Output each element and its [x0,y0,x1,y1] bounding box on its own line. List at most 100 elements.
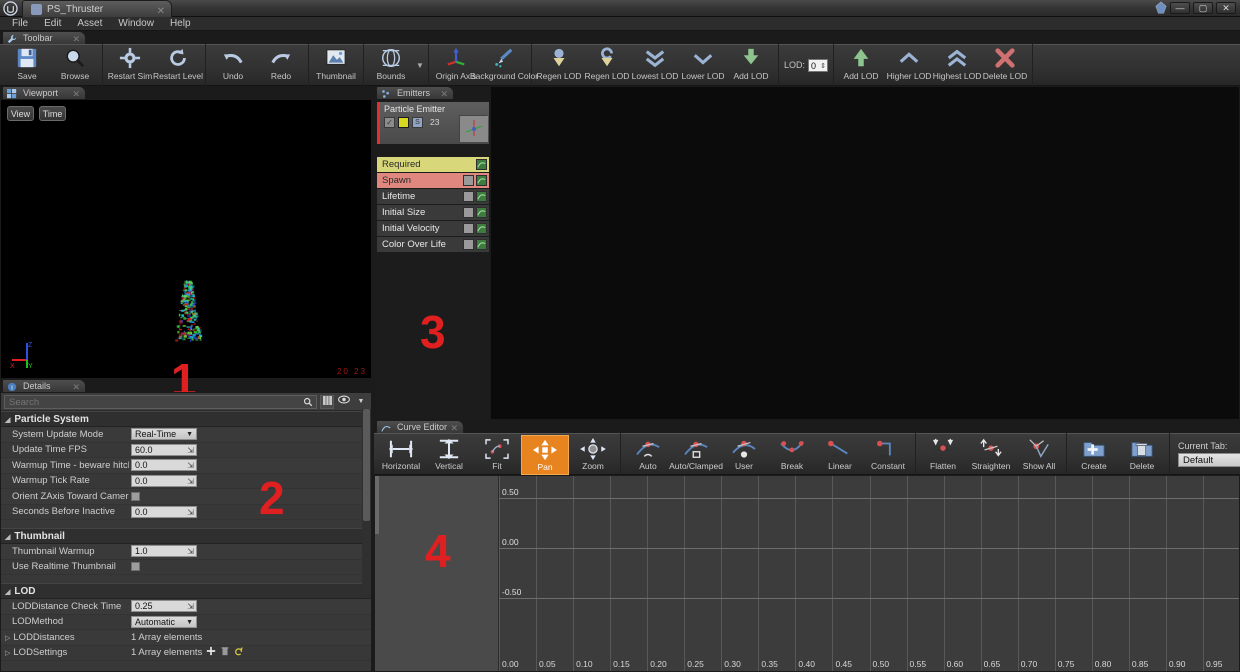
module-color-over-life[interactable]: Color Over Life [377,237,489,252]
emitters-tab[interactable]: Emitters ✕ [376,86,454,100]
toolbar-button-lower-lod[interactable]: Lower LOD [679,44,727,86]
document-tab[interactable]: PS_Thruster ✕ [22,0,172,17]
toolbar-button-bounds[interactable]: Bounds [367,44,415,86]
curve-button-user[interactable]: User [720,435,768,475]
toolbar-button-browse[interactable]: Browse [51,44,99,86]
toolbar-button-highest-lod[interactable]: Highest LOD [933,44,981,86]
chevron-down-icon[interactable]: ▼ [186,429,193,440]
curve-button-pan[interactable]: Pan [521,435,569,475]
toolbar-button-regen-lod[interactable]: Regen LOD [583,44,631,86]
reset-icon[interactable] [234,646,244,659]
close-button[interactable]: ✕ [1216,2,1236,14]
toolbar-button-background-color[interactable]: Background Color [470,44,538,86]
curve-button-constant[interactable]: Constant [864,435,912,475]
maximize-button[interactable]: ▢ [1193,2,1213,14]
minimize-button[interactable]: — [1170,2,1190,14]
eye-icon[interactable] [337,395,351,409]
lod-spinner-icon[interactable]: ⇕ [820,61,826,73]
drag-spinner-icon[interactable]: ⇲ [187,460,194,471]
drag-spinner-icon[interactable]: ⇲ [187,546,194,557]
property-number-input[interactable]: 0.25 ⇲ [131,600,197,613]
curve-button-linear[interactable]: Linear [816,435,864,475]
module-lifetime[interactable]: Lifetime [377,189,489,204]
curve-button-delete[interactable]: Delete [1118,435,1166,475]
search-input[interactable] [5,396,316,408]
module-curve-toggle-icon[interactable] [476,175,487,186]
curve-button-straighten[interactable]: Straighten [967,435,1015,475]
toolbar-button-regen-lod[interactable]: Regen LOD [535,44,583,86]
module-curve-toggle-icon[interactable] [476,223,487,234]
module-curve-toggle-icon[interactable] [476,207,487,218]
category-collapse-icon[interactable]: ◢ [5,589,10,596]
property-expand-icon[interactable]: ▷ [5,650,10,657]
property-checkbox[interactable] [131,491,140,501]
toolbar-button-higher-lod[interactable]: Higher LOD [885,44,933,86]
curve-button-show-all[interactable]: Show All [1015,435,1063,475]
solo-checkbox[interactable] [398,117,409,128]
property-number-input[interactable]: 0.0 ⇲ [131,505,197,518]
chevron-down-icon[interactable]: ▼ [186,617,193,628]
module-enable-checkbox[interactable] [463,239,474,250]
module-enable-checkbox[interactable] [463,223,474,234]
module-curve-toggle-icon[interactable] [476,191,487,202]
menu-item-help[interactable]: Help [162,17,199,30]
lod-value-input[interactable]: 0 ⇕ [808,58,829,73]
property-checkbox[interactable] [131,562,140,572]
viewport-tab[interactable]: Viewport ✕ [2,86,86,100]
bounds-dropdown-caret-icon[interactable]: ▼ [415,44,425,86]
toolbar-button-lowest-lod[interactable]: Lowest LOD [631,44,679,86]
emitter-header[interactable]: Particle Emitter ✓ S 23 [377,102,489,144]
details-scrollbar[interactable] [362,409,371,594]
curve-list-scrollbar[interactable] [375,476,379,534]
curve-button-break[interactable]: Break [768,435,816,475]
viewport-canvas[interactable]: View Time X Y Z 20 23 1 [0,99,372,406]
details-scrollbar-thumb[interactable] [363,409,370,521]
curve-button-zoom[interactable]: Zoom [569,435,617,475]
module-enable-checkbox[interactable] [463,175,474,186]
toolbar-button-add-lod[interactable]: Add LOD [727,44,775,86]
add-icon[interactable] [206,646,216,659]
curve-button-create[interactable]: Create [1070,435,1118,475]
module-initial-velocity[interactable]: Initial Velocity [377,221,489,236]
enabled-checkbox[interactable]: ✓ [384,117,395,128]
toolbar-button-restart-sim[interactable]: Restart Sim [106,44,154,86]
curve-graph[interactable]: 0.00 0.05 0.10 0.15 0.20 0.25 0.30 0.35 0.40 0.45… [499,476,1239,671]
module-enable-checkbox[interactable] [463,207,474,218]
render-checkbox[interactable]: S [412,117,423,128]
drag-spinner-icon[interactable]: ⇲ [187,507,194,518]
grid-view-icon[interactable] [320,394,334,409]
module-curve-toggle-icon[interactable] [476,239,487,250]
details-category-thumbnail[interactable]: ◢ Thumbnail [1,528,371,544]
module-required[interactable]: Required [377,157,489,172]
property-select[interactable]: Real-Time ▼ [131,428,197,441]
property-expand-icon[interactable]: ▷ [5,635,10,642]
curve-button-auto-clamped[interactable]: Auto/Clamped [669,435,723,475]
category-collapse-icon[interactable]: ◢ [5,534,10,541]
module-spawn[interactable]: Spawn [377,173,489,188]
toolbar-button-undo[interactable]: Undo [209,44,257,86]
curve-track-list[interactable]: 4 [375,476,499,671]
menu-item-asset[interactable]: Asset [69,17,110,30]
chevron-down-icon[interactable]: ▼ [354,395,368,409]
emitter-thumbnail[interactable] [459,115,488,142]
property-number-input[interactable]: 1.0 ⇲ [131,545,197,558]
property-number-input[interactable]: 60.0 ⇲ [131,443,197,456]
toolbar-button-delete-lod[interactable]: Delete LOD [981,44,1029,86]
drag-spinner-icon[interactable]: ⇲ [187,601,194,612]
menu-item-file[interactable]: File [4,17,36,30]
curve-button-fit[interactable]: Fit [473,435,521,475]
module-enable-checkbox[interactable] [463,191,474,202]
drag-spinner-icon[interactable]: ⇲ [187,476,194,487]
delete-icon[interactable] [220,646,230,659]
toolbar-button-thumbnail[interactable]: Thumbnail [312,44,360,86]
category-collapse-icon[interactable]: ◢ [5,417,10,424]
curve-button-flatten[interactable]: Flatten [919,435,967,475]
details-category-particle-system[interactable]: ◢ Particle System [1,411,371,427]
toolbar-button-restart-level[interactable]: Restart Level [153,44,203,86]
details-tab[interactable]: i Details ✕ [2,379,86,393]
current-tab-select[interactable]: Default▼ [1178,453,1240,467]
search-input-wrap[interactable] [4,394,317,409]
details-category-lod[interactable]: ◢ LOD [1,583,371,599]
menu-item-window[interactable]: Window [110,17,162,30]
curve-button-vertical[interactable]: Vertical [425,435,473,475]
